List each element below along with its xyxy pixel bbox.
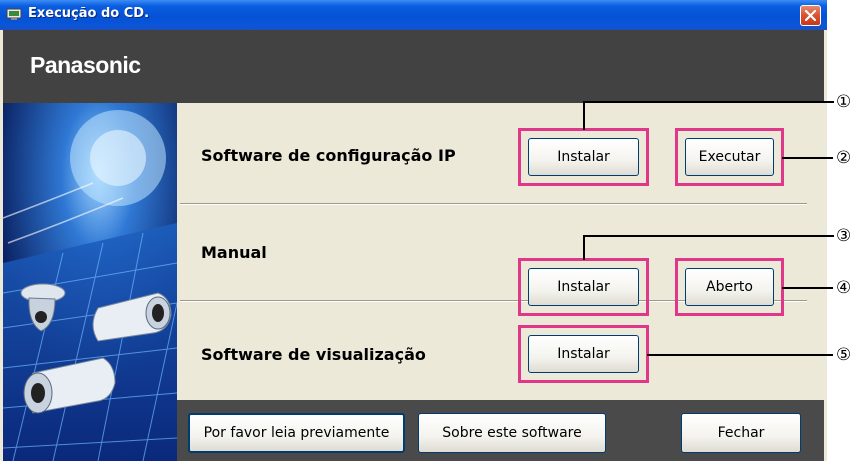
manual-label: Manual: [201, 243, 267, 262]
callout-number-2: ②: [836, 148, 852, 168]
callout-line: [583, 236, 585, 260]
about-software-button[interactable]: Sobre este software: [418, 413, 606, 453]
cd-app-icon: [6, 8, 22, 20]
callout-line: [583, 235, 834, 237]
callout-line: [782, 157, 833, 159]
brand-header: Panasonic: [3, 30, 824, 103]
callout-number-5: ⑤: [836, 345, 852, 365]
run-ip-setup-button[interactable]: Executar: [685, 138, 774, 176]
close-icon: [805, 10, 816, 21]
panasonic-logo: Panasonic: [30, 52, 141, 78]
product-illustration: [3, 103, 177, 461]
ip-setup-software-label: Software de configuração IP: [201, 146, 456, 165]
viewer-software-label: Software de visualização: [201, 345, 426, 364]
callout-line: [583, 101, 834, 103]
close-button[interactable]: Fechar: [681, 413, 801, 453]
read-first-button[interactable]: Por favor leia previamente: [188, 413, 405, 453]
install-ip-setup-button[interactable]: Instalar: [528, 138, 639, 176]
callout-number-1: ①: [836, 92, 852, 112]
camera-illustration: [3, 103, 177, 461]
title-bar[interactable]: Execução do CD.: [0, 0, 827, 30]
open-manual-button[interactable]: Aberto: [685, 268, 774, 306]
separator: [180, 203, 807, 205]
install-viewer-button[interactable]: Instalar: [528, 335, 639, 373]
callout-number-4: ④: [836, 278, 852, 298]
close-window-button[interactable]: [800, 5, 821, 26]
callout-line: [583, 102, 585, 130]
install-manual-button[interactable]: Instalar: [528, 268, 639, 306]
callout-line: [782, 287, 833, 289]
launcher-window: Execução do CD. Panasonic: [0, 0, 827, 461]
window-title: Execução do CD.: [28, 6, 150, 21]
callout-line: [647, 354, 833, 356]
callout-number-3: ③: [836, 226, 852, 246]
